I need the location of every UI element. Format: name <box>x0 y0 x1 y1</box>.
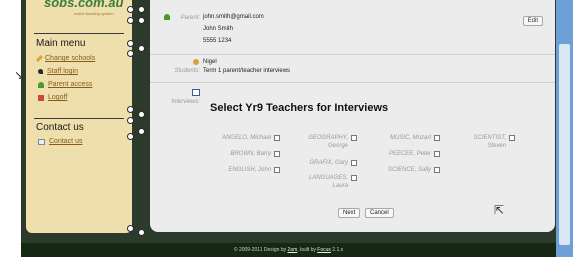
footer-text: © 2009-2011 Design by <box>233 247 287 253</box>
teacher-checkbox[interactable] <box>509 135 515 141</box>
nav-label: Change schools <box>45 55 96 62</box>
cancel-button[interactable]: Cancel <box>365 208 394 218</box>
interviews-label: Interviews: <box>171 99 200 105</box>
parent-section: Parent: john.smith@gmail.com John Smith … <box>150 0 555 54</box>
parent-email: john.smith@gmail.com <box>203 14 264 20</box>
spiral-ring <box>127 17 134 24</box>
teacher-checkbox[interactable] <box>434 151 440 157</box>
person-icon <box>38 81 44 88</box>
spiral-ring <box>127 50 134 57</box>
spiral-ring <box>138 229 145 236</box>
teacher-checkbox[interactable] <box>351 160 357 166</box>
calendar-icon <box>192 89 200 96</box>
footer-built-text: , built by <box>297 247 316 253</box>
teacher-checkbox[interactable] <box>274 135 280 141</box>
scrollbar-thumb[interactable] <box>559 44 570 245</box>
nav-label: Staff login <box>47 68 79 75</box>
pin-icon <box>38 69 43 74</box>
teacher-checkbox[interactable] <box>434 167 440 173</box>
spiral-ring <box>138 6 145 13</box>
spiral-ring <box>138 45 145 52</box>
footer-version: 2.1.x <box>332 247 344 253</box>
spiral-ring <box>138 128 145 135</box>
teacher-name: GEOGRAPHY, George <box>308 135 348 149</box>
teacher-checkbox[interactable] <box>274 167 280 173</box>
edit-button[interactable]: Edit <box>522 16 543 26</box>
nav-label: Logoff <box>48 94 68 101</box>
nav-contact-us[interactable]: Contact us <box>38 138 82 145</box>
student-name: Nigel <box>203 59 217 65</box>
spiral-ring <box>127 133 134 140</box>
divider <box>34 33 124 34</box>
parent-icon <box>164 14 170 20</box>
teacher-checkbox[interactable] <box>274 151 280 157</box>
logo-area: sobs.com.au online booking system <box>26 0 132 20</box>
footer-designer-link[interactable]: 2am <box>288 247 298 253</box>
main-menu-heading: Main menu <box>36 38 86 49</box>
nav-label: Parent access <box>48 81 93 88</box>
student-icon <box>193 59 199 65</box>
divider <box>34 118 124 119</box>
next-button[interactable]: Next <box>338 208 361 218</box>
logo-tagline: online booking system <box>74 11 114 16</box>
teacher-checkbox[interactable] <box>351 175 357 181</box>
teacher-name: ANGELO, Michael <box>221 135 271 141</box>
teacher-name: MUSIC, Mozart <box>389 135 431 141</box>
nav-logoff[interactable]: Logoff <box>38 94 67 101</box>
parent-name: John Smith <box>203 26 234 32</box>
teacher-checkbox[interactable] <box>351 135 357 141</box>
event-name: Term 1 parent/teacher interviews <box>203 68 291 74</box>
spiral-ring <box>127 106 134 113</box>
teacher-checkbox[interactable] <box>434 135 440 141</box>
spiral-ring <box>138 17 145 24</box>
students-label: Students: <box>174 68 200 74</box>
nav-staff-login[interactable]: Staff login <box>38 68 78 75</box>
parent-label: Parent: <box>180 15 200 21</box>
teacher-name: GRAFIX, Gary <box>309 160 348 166</box>
spiral-ring <box>138 111 145 118</box>
spiral-ring <box>127 117 134 124</box>
parent-phone: 5555 1234 <box>203 38 232 44</box>
nav-change-schools[interactable]: Change schools <box>35 54 96 63</box>
teacher-name: ENGLISH, John <box>228 167 271 173</box>
students-section: Students: Nigel Term 1 parent/teacher in… <box>150 54 555 83</box>
mouse-cursor-icon: ⇱ <box>494 203 505 217</box>
footer-builder-link[interactable]: Focus <box>317 247 331 253</box>
teacher-name: PEECEE, Peter <box>388 151 431 157</box>
contact-heading: Contact us <box>36 122 84 133</box>
logo[interactable]: sobs.com.au <box>44 0 123 10</box>
teacher-name: LANGUAGES, Laura <box>308 175 348 189</box>
teacher-name: BROWN, Barry <box>230 151 271 157</box>
spiral-ring <box>127 40 134 47</box>
main-panel: Parent: john.smith@gmail.com John Smith … <box>150 0 555 232</box>
nav-label: Contact us <box>49 138 83 145</box>
teacher-name: SCIENTIST, Steven <box>473 135 506 149</box>
footer: © 2009-2011 Design by 2am, built by Focu… <box>21 243 556 257</box>
interviews-title: Select Yr9 Teachers for Interviews <box>210 102 389 114</box>
spiral-ring <box>127 6 134 13</box>
pencil-icon <box>35 54 44 63</box>
nav-parent-access[interactable]: Parent access <box>38 81 92 88</box>
spiral-ring <box>127 225 134 232</box>
teacher-name: SCIENCE, Sally <box>387 167 431 173</box>
mail-icon <box>38 138 45 145</box>
sidebar: sobs.com.au online booking system Main m… <box>26 0 132 233</box>
exit-icon <box>38 94 44 101</box>
